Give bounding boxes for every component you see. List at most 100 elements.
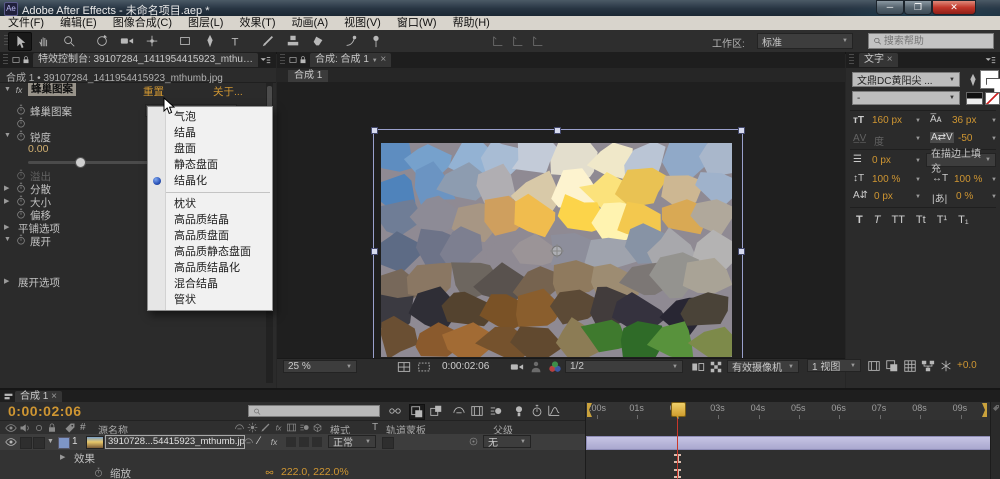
leading-value[interactable]: 36 px (952, 115, 976, 126)
chevron-down-icon[interactable]: ▼ (912, 118, 921, 124)
selection-handle-n[interactable] (554, 127, 561, 134)
mask-visibility-icon[interactable] (417, 360, 431, 374)
tool-camera[interactable] (116, 32, 138, 49)
video-column-icon[interactable] (5, 422, 17, 434)
fast-preview-icon[interactable] (885, 359, 899, 373)
brainstorm-icon[interactable] (512, 404, 526, 418)
lock-icon[interactable] (21, 55, 31, 65)
stopwatch-icon[interactable] (15, 130, 27, 142)
tab-close-icon[interactable]: × (51, 391, 57, 402)
tool-hand[interactable] (33, 32, 55, 49)
grid-guides-icon[interactable] (397, 360, 411, 374)
tool-local-axis[interactable] (487, 32, 509, 49)
transparency-grid-icon[interactable] (709, 360, 723, 374)
tool-world-axis[interactable] (507, 32, 529, 49)
twirl-right-icon[interactable]: ▶ (4, 184, 9, 192)
effects-group-row[interactable]: ▶ 效果 (0, 450, 585, 466)
chevron-down-icon[interactable]: ▼ (988, 194, 997, 200)
layer-fx-badge[interactable]: fx (268, 436, 280, 448)
timeline-search-box[interactable] (248, 405, 380, 417)
effect-about-link[interactable]: 关于... (213, 84, 243, 99)
layer-name[interactable]: 3910728...54415923_mthumb.jpg (105, 435, 245, 449)
workspace-dropdown[interactable]: 标准 ▼ (757, 33, 853, 49)
unlock-icon[interactable] (298, 55, 308, 65)
preserve-transparency-column-label[interactable]: T (372, 422, 378, 433)
current-time-indicator[interactable] (671, 402, 686, 417)
exposure-reset-icon[interactable] (939, 359, 953, 373)
style-button-superscript[interactable]: T¹ (937, 214, 947, 226)
blend-mode-dropdown[interactable]: 正常▼ (328, 435, 376, 448)
parent-pickwhip-icon[interactable] (468, 436, 479, 447)
tool-orbit[interactable] (91, 32, 113, 49)
pixel-aspect-icon[interactable] (867, 359, 881, 373)
solo-column-icon[interactable] (33, 422, 45, 434)
slider-thumb[interactable] (75, 157, 86, 168)
tool-clone-stamp[interactable] (282, 32, 304, 49)
comp-mini-flow-icon[interactable] (388, 404, 402, 418)
baseline-shift-value[interactable]: 0 px (874, 191, 893, 202)
menu-视图(V)[interactable]: 视图(V) (336, 17, 389, 30)
tool-brush[interactable] (257, 32, 279, 49)
layer-switch-3[interactable] (312, 437, 322, 447)
shy-layers-icon[interactable] (452, 404, 466, 418)
menu-item-混合结晶[interactable]: 混合结晶 (148, 276, 272, 292)
menu-item-静态盘面[interactable]: 静态盘面 (148, 157, 272, 173)
minimize-button[interactable]: ─ (876, 0, 904, 15)
comp-flowchart-icon[interactable] (921, 359, 935, 373)
chevron-down-icon[interactable]: ▼ (988, 136, 997, 142)
comp-marker-icon[interactable] (992, 404, 1000, 412)
tool-shape[interactable] (174, 32, 196, 49)
menu-item-盘面[interactable]: 盘面 (148, 141, 272, 157)
menu-窗口(W)[interactable]: 窗口(W) (389, 17, 445, 30)
menu-动画(A)[interactable]: 动画(A) (284, 17, 337, 30)
style-button-faux-bold[interactable]: T (856, 214, 863, 226)
snapshot-camera-icon[interactable] (510, 360, 524, 374)
fill-rule-dropdown[interactable]: 在描边上填充▼ (926, 153, 996, 167)
frame-blend-icon[interactable] (470, 404, 484, 418)
stroke-width-value[interactable]: 0 px (872, 155, 891, 166)
menu-文件(F)[interactable]: 文件(F) (0, 17, 52, 30)
auto-keyframe-icon[interactable] (530, 404, 544, 418)
stopwatch-icon[interactable] (15, 234, 27, 246)
layer-shy-toggle[interactable] (243, 436, 254, 447)
graph-editor-icon[interactable] (547, 404, 561, 418)
twirl-right-icon[interactable]: ▶ (4, 277, 9, 285)
scale-label[interactable]: 缩放 (110, 466, 131, 479)
tool-eraser[interactable] (307, 32, 329, 49)
chevron-down-icon[interactable]: ▼ (912, 194, 921, 200)
selection-handle-ne[interactable] (738, 127, 745, 134)
vertical-scale-value[interactable]: 100 % (872, 174, 900, 185)
menu-item-高品质结晶化[interactable]: 高品质结晶化 (148, 260, 272, 276)
anchor-point-icon[interactable] (550, 244, 564, 258)
twirl-down-icon[interactable]: ▼ (4, 236, 11, 243)
timeline-right-scrollbar[interactable] (990, 402, 1000, 479)
stopwatch-icon[interactable] (15, 195, 27, 207)
layer-solo-toggle[interactable] (33, 437, 45, 449)
layer-switch-1[interactable] (286, 437, 296, 447)
menu-item-枕状[interactable]: 枕状 (148, 196, 272, 212)
menu-帮助(H)[interactable]: 帮助(H) (445, 17, 498, 30)
bw-swatch[interactable] (966, 92, 983, 105)
twirl-right-icon[interactable]: ▶ (4, 223, 9, 231)
menu-item-高品质盘面[interactable]: 高品质盘面 (148, 228, 272, 244)
help-search-input[interactable] (882, 35, 989, 48)
layer-quality-toggle[interactable]: ∕ (258, 435, 260, 447)
eyedropper-icon[interactable] (966, 73, 980, 87)
tool-pen[interactable] (199, 32, 221, 49)
work-area-end-icon[interactable] (982, 403, 987, 417)
tab-timeline-comp[interactable]: 合成 1 × (15, 391, 62, 402)
stopwatch-icon[interactable] (15, 117, 27, 129)
show-snapshot-icon[interactable] (529, 360, 543, 374)
timeline-timecode[interactable]: 0:00:02:06 (8, 403, 82, 419)
layer-row[interactable]: ▼ 1 3910728...54415923_mthumb.jpg ∕ fx 正… (0, 434, 585, 451)
maximize-button[interactable]: ❐ (904, 0, 932, 15)
tab-effect-controls[interactable]: 特效控制台: 39107284_1411954415923_mthumb.jpg (33, 53, 258, 67)
style-button-small-caps[interactable]: Tt (916, 214, 926, 226)
chevron-down-icon[interactable]: ▼ (912, 136, 921, 142)
menu-item-管状[interactable]: 管状 (148, 292, 272, 308)
timeline-button-icon[interactable] (903, 359, 917, 373)
stopwatch-icon[interactable] (15, 182, 27, 194)
tab-character[interactable]: 文字 × (859, 53, 898, 67)
view-layout-dropdown[interactable]: 1 视图▼ (807, 359, 861, 372)
layer-eye-icon[interactable] (5, 436, 17, 448)
